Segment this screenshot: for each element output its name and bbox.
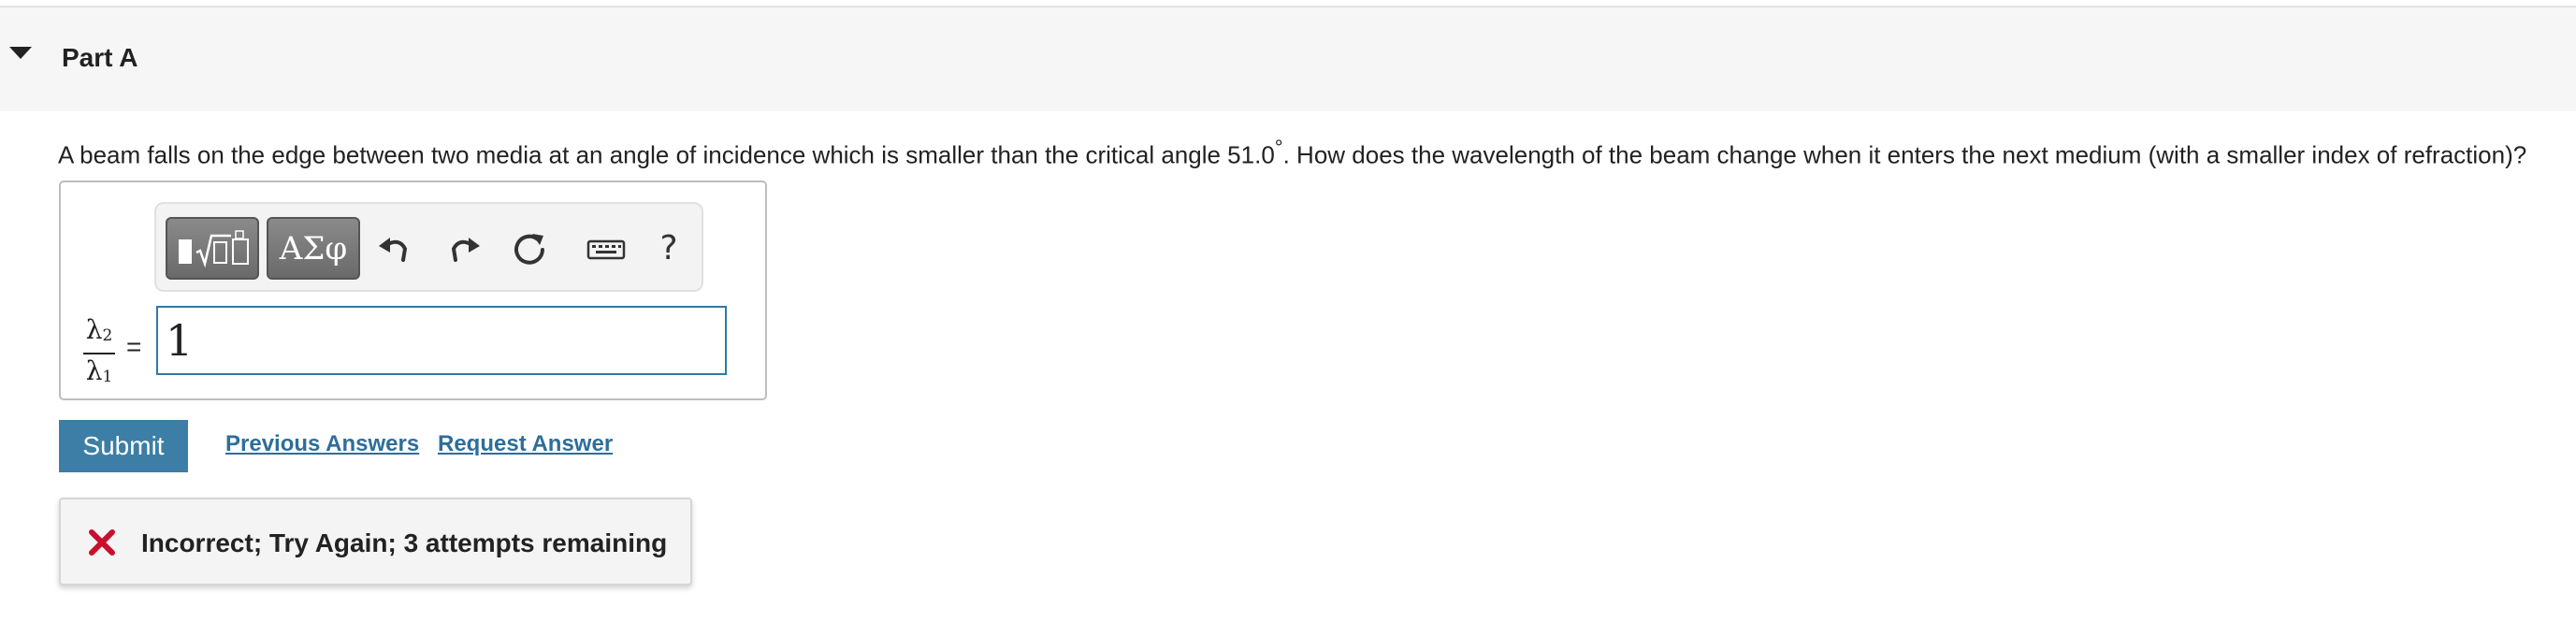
equals-sign: =: [126, 332, 142, 361]
fraction-denominator: λ1: [83, 356, 115, 392]
reset-icon: [514, 234, 544, 265]
reset-button[interactable]: [504, 217, 557, 280]
degree-symbol: °: [1274, 136, 1283, 159]
fraction-bar: [83, 353, 115, 354]
keyboard-button[interactable]: [573, 217, 639, 280]
denominator-symbol: λ: [85, 355, 103, 386]
previous-answers-link[interactable]: Previous Answers: [225, 429, 419, 459]
undo-button[interactable]: [369, 217, 422, 280]
question-text-before: A beam falls on the edge between two med…: [58, 140, 1275, 169]
request-answer-link[interactable]: Request Answer: [438, 429, 613, 459]
redo-icon: [451, 238, 480, 262]
answer-box: ΑΣφ ? λ2 λ1 = 1: [59, 181, 767, 400]
ratio-label: λ2 λ1: [83, 315, 115, 392]
feedback-box: Incorrect; Try Again; 3 attempts remaini…: [59, 498, 692, 585]
x-icon: [89, 529, 115, 556]
undo-icon: [379, 238, 408, 262]
submit-button[interactable]: Submit: [59, 420, 188, 472]
question-text-after: . How does the wavelength of the beam ch…: [1282, 140, 2527, 169]
answer-input[interactable]: 1: [156, 306, 727, 375]
part-header[interactable]: Part A: [0, 6, 2576, 111]
help-button[interactable]: ?: [643, 217, 695, 280]
templates-button[interactable]: [166, 217, 259, 280]
numerator-symbol: λ: [85, 314, 103, 345]
symbols-button[interactable]: ΑΣφ: [267, 217, 360, 280]
templates-icon: [179, 230, 249, 268]
part-title: Part A: [62, 43, 138, 72]
keyboard-icon: [586, 239, 626, 260]
math-toolbar: ΑΣφ ?: [154, 202, 703, 292]
redo-button[interactable]: [437, 217, 489, 280]
question-text: A beam falls on the edge between two med…: [58, 131, 2526, 172]
fraction-numerator: λ2: [83, 315, 115, 351]
denominator-subscript: 1: [102, 368, 113, 386]
feedback-message: Incorrect; Try Again; 3 attempts remaini…: [141, 528, 668, 557]
help-label: ?: [659, 229, 678, 267]
symbols-label: ΑΣφ: [279, 230, 348, 267]
numerator-subscript: 2: [102, 326, 113, 345]
collapse-caret-icon[interactable]: [9, 47, 32, 59]
